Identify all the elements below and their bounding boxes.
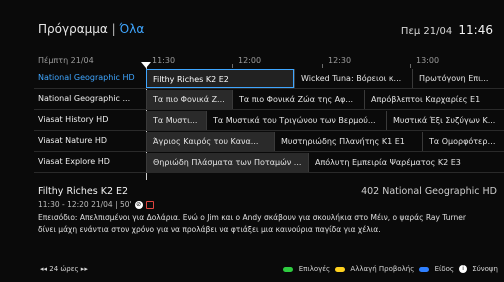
program-cell[interactable]: Τα Ομορφότερα ... (422, 132, 504, 151)
legend-item-genre[interactable]: Είδος (419, 265, 454, 273)
legend-label: Σύνοψη (472, 265, 498, 273)
legend-item-view[interactable]: Αλλαγή Προβολής (335, 265, 414, 273)
info-icon: i (459, 265, 468, 273)
hours-navigation[interactable]: ◂◂ 24 ώρες ▸▸ (40, 265, 88, 273)
details-time-range: 11:30 - 12:20 21/04 | 50' (38, 200, 132, 209)
channel-row: Viasat Nature HD Άγριος Καιρός του Κανα.… (34, 131, 504, 152)
program-cell[interactable]: Τα πιο Φονικά Ζ... (146, 90, 232, 109)
details-description: Επεισόδιο: Απελπισμένοι για Δολάρια. Ενώ… (38, 213, 466, 234)
timeline-time: 13:00 (416, 56, 440, 65)
program-cell[interactable]: Θηριώδη Πλάσματα των Ποταμών ... (146, 153, 308, 172)
program-cell[interactable]: Filthy Riches K2 E2 (146, 69, 294, 88)
page-title: Πρόγραμμα | Όλα (38, 22, 144, 36)
channel-row: National Geographic ... Τα πιο Φονικά Ζ.… (34, 89, 504, 110)
timeline-time: 11:30 (152, 56, 176, 65)
filter-label[interactable]: Όλα (120, 22, 145, 36)
program-cell[interactable]: Απρόβλεπτοι Καρχαρίες E1 (364, 90, 504, 109)
channel-name[interactable]: Viasat Explore HD (38, 157, 144, 166)
timeline-time: 12:00 (238, 56, 262, 65)
footer-bar: ◂◂ 24 ώρες ▸▸ Επιλογές Αλλαγή Προβολής Ε… (0, 262, 504, 276)
channel-row: Viasat Explore HD Θηριώδη Πλάσματα των Π… (34, 152, 504, 173)
clock: Πεμ 21/04 11:46 (401, 23, 493, 37)
green-key-icon (283, 266, 294, 272)
program-cell[interactable]: Τα Μυστι... (146, 111, 206, 130)
details-meta: 11:30 - 12:20 21/04 | 50' ⊘ (38, 200, 498, 209)
program-cell[interactable]: Άγριος Καιρός του Κανα... (146, 132, 274, 151)
legend-item-summary[interactable]: i Σύνοψη (459, 265, 498, 273)
timeline: Πέμπτη 21/04 11:30 12:00 12:30 13:00 (34, 56, 504, 68)
age-rating-icon: ⊘ (134, 200, 143, 209)
key-legend: Επιλογές Αλλαγή Προβολής Είδος i Σύνοψη (283, 265, 498, 273)
title-separator: | (111, 22, 116, 36)
legend-label: Αλλαγή Προβολής (350, 265, 415, 273)
program-cell[interactable]: Τα Μυστικά του Τριγώνου των Βερμού... (206, 111, 386, 130)
program-cell[interactable]: Μυστικά Έξι Συζύγων Κ... (386, 111, 504, 130)
clock-time: 11:46 (458, 23, 493, 37)
program-cell[interactable]: Μυστηριώδης Πλανήτης K1 E1 (274, 132, 422, 151)
epg-header: Πρόγραμμα | Όλα Πεμ 21/04 11:46 (0, 0, 504, 52)
timeline-time: 12:30 (328, 56, 352, 65)
program-cell[interactable]: Πρωτόγονη Επι... (412, 69, 504, 88)
timeline-date: Πέμπτη 21/04 (38, 56, 94, 65)
details-channel: 402 National Geographic HD (361, 186, 497, 197)
channel-name[interactable]: Viasat History HD (38, 115, 144, 124)
channel-name[interactable]: Viasat Nature HD (38, 136, 144, 145)
program-cell[interactable]: Απόλυτη Εμπειρία Ψαρέματος K2 E3 (308, 153, 504, 172)
legend-item-options[interactable]: Επιλογές (283, 265, 330, 273)
channel-row: Viasat History HD Τα Μυστι... Τα Μυστικά… (34, 110, 504, 131)
clock-date: Πεμ 21/04 (400, 26, 453, 37)
yellow-key-icon (335, 266, 346, 272)
epg-grid: National Geographic HD Filthy Riches K2 … (34, 68, 504, 173)
section-title: Πρόγραμμα (38, 22, 108, 36)
channel-name[interactable]: National Geographic HD (38, 73, 144, 82)
record-icon (145, 200, 154, 209)
channel-row: National Geographic HD Filthy Riches K2 … (34, 68, 504, 89)
program-cell[interactable]: Wicked Tuna: Βόρειοι κ... (294, 69, 412, 88)
blue-key-icon (419, 266, 430, 272)
legend-label: Επιλογές (298, 265, 331, 273)
program-cell[interactable]: Τα πιο Φονικά Ζώα της Αφ... (232, 90, 364, 109)
channel-name[interactable]: National Geographic ... (38, 94, 144, 103)
program-details: Filthy Riches K2 E2 402 National Geograp… (38, 186, 498, 236)
legend-label: Είδος (434, 265, 455, 273)
